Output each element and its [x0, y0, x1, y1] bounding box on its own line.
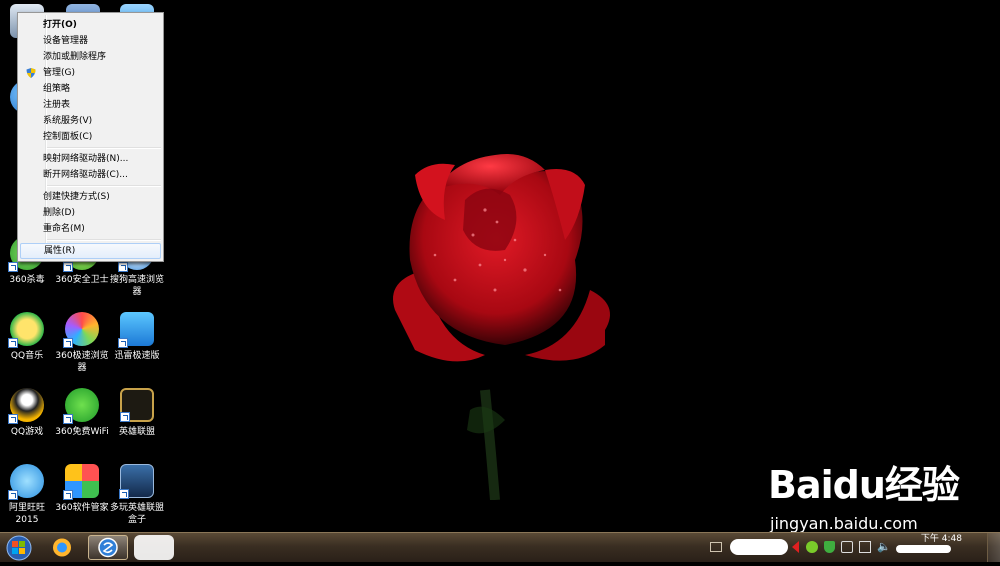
- desktop-icon-duowan[interactable]: 多玩英雄联盟盒子: [110, 464, 164, 526]
- menu-item-open[interactable]: 打开(O): [20, 17, 161, 33]
- desktop-icon-360chrome[interactable]: 360极速浏览器: [55, 312, 109, 374]
- menu-item-label: 管理(G): [43, 68, 75, 78]
- shortcut-arrow-icon: [63, 490, 73, 500]
- wallpaper-rose: [375, 140, 635, 501]
- desktop-icon-label: 英雄联盟: [118, 427, 155, 437]
- taskbar-app-360chrome[interactable]: [42, 535, 82, 560]
- desktop-icon-label: QQ音乐: [10, 351, 44, 361]
- lol-icon: [120, 388, 154, 422]
- menu-separator: [47, 239, 161, 241]
- shortcut-arrow-icon: [8, 414, 18, 424]
- taskbar: 🔈 下午 4:48: [0, 532, 1000, 562]
- keyboard-icon[interactable]: [710, 542, 722, 552]
- system-tray: 🔈 下午 4:48: [710, 533, 1000, 563]
- qq-music-icon: [8, 312, 44, 348]
- watermark-url: jingyan.baidu.com: [770, 514, 918, 532]
- shield-tray-icon[interactable]: [824, 541, 835, 553]
- uac-shield-icon: [26, 68, 36, 78]
- shortcut-arrow-icon: [118, 338, 128, 348]
- watermark-logo: Baidu经验: [768, 463, 960, 507]
- shortcut-arrow-icon: [63, 338, 73, 348]
- menu-item-device-manager[interactable]: 设备管理器: [20, 33, 161, 49]
- shortcut-arrow-icon: [120, 412, 130, 422]
- desktop-icon-xunlei[interactable]: 迅雷极速版: [110, 312, 164, 362]
- desktop-icon-label: 360杀毒: [9, 275, 45, 285]
- action-center-icon[interactable]: [841, 541, 853, 553]
- tray-redacted-area-2: [896, 545, 951, 553]
- show-desktop-button[interactable]: [987, 533, 1000, 562]
- 360-chrome-icon: [53, 538, 71, 557]
- sogou-browser-icon: [98, 537, 118, 558]
- shortcut-arrow-icon: [8, 338, 18, 348]
- menu-separator: [47, 147, 161, 149]
- aliwangwang-icon: [8, 464, 44, 500]
- menu-item-manage[interactable]: 管理(G): [20, 65, 161, 81]
- desktop-icon-label: 360安全卫士: [55, 275, 109, 285]
- context-menu: 打开(O) 设备管理器 添加或删除程序 管理(G) 组策略 注册表 系统服务(V…: [17, 12, 164, 262]
- 360-chrome-icon: [63, 312, 99, 348]
- shortcut-arrow-icon: [63, 262, 73, 272]
- rose-image: [393, 154, 610, 501]
- 360-software-icon: [63, 464, 99, 500]
- menu-item-properties[interactable]: 属性(R): [20, 243, 161, 259]
- desktop-icon-label: 360免费WiFi: [55, 427, 109, 437]
- shortcut-arrow-icon: [119, 489, 129, 499]
- desktop-icon-label: 360软件管家: [55, 503, 109, 513]
- shortcut-arrow-icon: [8, 490, 18, 500]
- desktop-icon-label: 迅雷极速版: [114, 351, 160, 361]
- desktop-icon-label: 360极速浏览器: [55, 351, 109, 373]
- menu-item-control-panel[interactable]: 控制面板(C): [20, 129, 161, 145]
- menu-item-services[interactable]: 系统服务(V): [20, 113, 161, 129]
- volume-icon[interactable]: 🔈: [877, 541, 891, 553]
- windows-orb-icon: [6, 535, 32, 561]
- menu-item-add-remove-programs[interactable]: 添加或删除程序: [20, 49, 161, 65]
- desktop-icon-label: 搜狗高速浏览器: [110, 275, 165, 297]
- desktop[interactable]: 360杀毒 360安全卫士 搜狗高速浏览器 QQ音乐 360极速浏览器 迅雷极速…: [0, 0, 1000, 532]
- qq-game-icon: [8, 388, 44, 424]
- menu-item-group-policy[interactable]: 组策略: [20, 81, 161, 97]
- menu-item-registry[interactable]: 注册表: [20, 97, 161, 113]
- desktop-icon-360wifi[interactable]: 360免费WiFi: [55, 388, 109, 438]
- baidu-watermark: Baidu经验 jingyan.baidu.com: [768, 454, 968, 532]
- taskbar-app-sogou[interactable]: [88, 535, 128, 560]
- xunlei-icon: [118, 312, 154, 348]
- menu-item-map-network-drive[interactable]: 映射网络驱动器(N)...: [20, 151, 161, 167]
- desktop-icon-lol[interactable]: 英雄联盟: [110, 388, 164, 438]
- network-icon[interactable]: [859, 541, 871, 553]
- shortcut-arrow-icon: [118, 262, 128, 272]
- desktop-icon-qqgame[interactable]: QQ游戏: [0, 388, 54, 438]
- tray-expand-arrow-icon[interactable]: [792, 541, 799, 553]
- shortcut-arrow-icon: [63, 414, 73, 424]
- desktop-icon-aliww[interactable]: 阿里旺旺2015: [0, 464, 54, 526]
- menu-item-delete[interactable]: 删除(D): [20, 205, 161, 221]
- menu-item-disconnect-network-drive[interactable]: 断开网络驱动器(C)...: [20, 167, 161, 183]
- menu-item-rename[interactable]: 重命名(M): [20, 221, 161, 237]
- tray-redacted-area: [730, 539, 788, 555]
- 360-wifi-icon: [63, 388, 99, 424]
- desktop-icon-qqmusic[interactable]: QQ音乐: [0, 312, 54, 362]
- desktop-icon-label: 多玩英雄联盟盒子: [110, 503, 165, 525]
- 360-tray-icon[interactable]: [806, 541, 818, 553]
- menu-item-create-shortcut[interactable]: 创建快捷方式(S): [20, 189, 161, 205]
- desktop-icon-360soft[interactable]: 360软件管家: [55, 464, 109, 514]
- menu-separator: [47, 185, 161, 187]
- shortcut-arrow-icon: [8, 262, 18, 272]
- taskbar-clock[interactable]: 下午 4:48: [921, 534, 962, 545]
- desktop-icon-label: 阿里旺旺2015: [8, 503, 45, 525]
- taskbar-app-redacted[interactable]: [134, 535, 174, 560]
- duowan-lol-box-icon: [119, 464, 154, 499]
- start-button[interactable]: [4, 534, 34, 562]
- clock-time: 下午 4:48: [920, 534, 962, 544]
- desktop-icon-label: QQ游戏: [10, 427, 44, 437]
